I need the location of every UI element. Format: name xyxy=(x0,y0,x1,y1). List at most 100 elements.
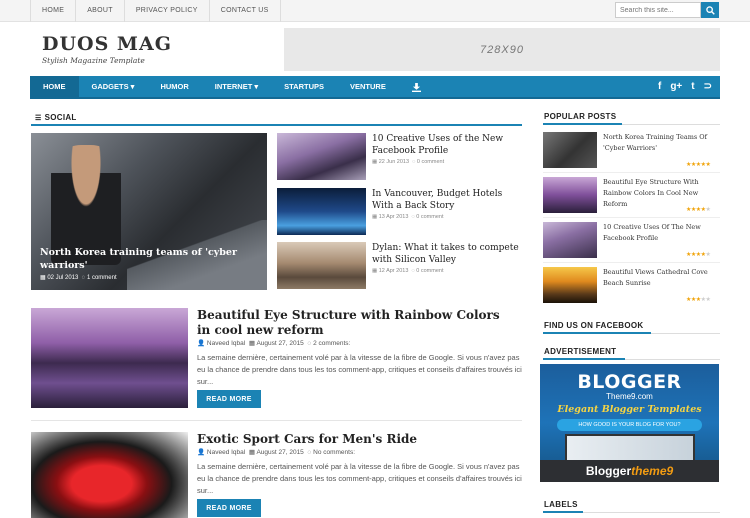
rating-stars: ★★★★★ xyxy=(686,297,711,303)
nav-item-humor[interactable]: HUMOR xyxy=(147,76,201,97)
read-more-button[interactable]: READ MORE xyxy=(197,390,261,408)
post-excerpt: La semaine dernière, certainement volé p… xyxy=(197,462,522,495)
comment-icon: ◌ xyxy=(307,340,312,347)
small-post: In Vancouver, Budget Hotels With a Back … xyxy=(277,188,522,235)
nav-item-download[interactable] xyxy=(399,76,434,97)
ad-question: HOW GOOD IS YOUR BLOG FOR YOU? xyxy=(557,419,702,431)
ad-site: Theme9.com xyxy=(606,392,653,401)
post-thumbnail[interactable] xyxy=(277,188,366,235)
popular-post: North Korea Training Teams Of 'Cyber War… xyxy=(543,132,720,168)
popular-post-divider xyxy=(543,262,720,263)
popular-post-thumbnail[interactable] xyxy=(543,267,597,303)
post-thumbnail[interactable] xyxy=(277,133,366,180)
search-input[interactable] xyxy=(615,2,701,18)
ad-brand: BLOGGER xyxy=(577,371,682,393)
popular-post: Beautiful Eye Structure With Rainbow Col… xyxy=(543,177,720,213)
calendar-icon: ▦ xyxy=(372,159,378,165)
search-form xyxy=(615,2,719,18)
search-button[interactable] xyxy=(701,2,719,18)
nav-item-startups[interactable]: STARTUPS xyxy=(271,76,337,97)
popular-post: 10 Creative Uses Of The New Facebook Pro… xyxy=(543,222,720,258)
nav-item-internet[interactable]: INTERNET ▾ xyxy=(202,76,271,97)
sidebar-ad-banner[interactable]: BLOGGER Theme9.com Elegant Blogger Templ… xyxy=(540,364,719,482)
calendar-icon: ▦ xyxy=(40,275,46,281)
social-icons: f g+ t ⊃ xyxy=(658,76,712,97)
popular-post-divider xyxy=(543,172,720,173)
popular-post-title[interactable]: Beautiful Views Cathedral Cove Beach Sun… xyxy=(603,267,721,289)
ad-footer: Bloggertheme9 xyxy=(540,460,719,482)
section-divider-accent xyxy=(543,332,651,334)
section-divider-accent xyxy=(543,123,622,125)
google-plus-icon[interactable]: g+ xyxy=(670,81,682,92)
post-meta: 👤 Naveed Iqbal ▦ August 27, 2015 ◌ 2 com… xyxy=(197,340,351,347)
post-meta: ▦ 12 Apr 2013 ◌ 0 comment xyxy=(372,268,444,274)
section-divider-accent xyxy=(543,511,583,513)
top-nav-privacy-policy[interactable]: PRIVACY POLICY xyxy=(125,0,210,22)
post-title[interactable]: Dylan: What it takes to compete with Sil… xyxy=(372,242,522,266)
rating-stars: ★★★★★ xyxy=(686,162,711,168)
post-thumbnail[interactable] xyxy=(31,308,188,408)
calendar-icon: ▦ xyxy=(372,214,378,220)
post-title[interactable]: In Vancouver, Budget Hotels With a Back … xyxy=(372,188,522,212)
main-navigation: HOME GADGETS ▾ HUMOR INTERNET ▾ STARTUPS… xyxy=(30,76,720,99)
blog-post: Beautiful Eye Structure with Rainbow Col… xyxy=(31,308,522,413)
list-icon: ☰ xyxy=(35,115,42,122)
comment-icon: ◌ xyxy=(411,214,415,220)
post-thumbnail[interactable] xyxy=(277,242,366,289)
nav-item-venture[interactable]: VENTURE xyxy=(337,76,399,97)
top-navigation: HOME ABOUT PRIVACY POLICY CONTACT US xyxy=(30,0,281,22)
header-ad-banner[interactable]: 728X90 xyxy=(284,28,720,71)
post-title[interactable]: Beautiful Eye Structure with Rainbow Col… xyxy=(197,308,517,338)
post-meta: 👤 Naveed Iqbal ▦ August 27, 2015 ◌ No co… xyxy=(197,449,356,456)
top-nav-home[interactable]: HOME xyxy=(30,0,77,22)
section-heading-social: ☰ SOCIAL xyxy=(35,113,77,122)
twitter-icon[interactable]: t xyxy=(691,81,694,92)
post-divider xyxy=(31,420,522,421)
facebook-icon[interactable]: f xyxy=(658,81,661,92)
nav-item-gadgets[interactable]: GADGETS ▾ xyxy=(79,76,148,97)
site-logo[interactable]: DUOS MAG xyxy=(42,33,172,55)
featured-meta: ▦ 02 Jul 2013 ◌ 1 comment xyxy=(40,275,117,281)
small-post: 10 Creative Uses of the New Facebook Pro… xyxy=(277,133,522,180)
section-divider xyxy=(31,124,522,126)
popular-post-title[interactable]: North Korea Training Teams Of 'Cyber War… xyxy=(603,132,721,154)
post-title[interactable]: Exotic Sport Cars for Men's Ride xyxy=(197,432,517,447)
featured-title[interactable]: North Korea training teams of 'cyber war… xyxy=(40,246,260,272)
site-tagline: Stylish Magazine Template xyxy=(42,56,145,65)
rss-icon[interactable]: ⊃ xyxy=(704,81,712,92)
section-heading-advertisement: ADVERTISEMENT xyxy=(544,347,617,356)
comment-icon: ◌ xyxy=(81,275,86,281)
popular-post-thumbnail[interactable] xyxy=(543,177,597,213)
calendar-icon: ▦ xyxy=(248,449,255,456)
popular-post-title[interactable]: 10 Creative Uses Of The New Facebook Pro… xyxy=(603,222,721,244)
featured-post[interactable]: North Korea training teams of 'cyber war… xyxy=(31,133,267,290)
section-divider-accent xyxy=(543,358,625,360)
post-excerpt: La semaine dernière, certainement volé p… xyxy=(197,353,522,386)
section-heading-facebook: FIND US ON FACEBOOK xyxy=(544,321,644,330)
comment-icon: ◌ xyxy=(412,159,416,165)
small-post: Dylan: What it takes to compete with Sil… xyxy=(277,242,522,289)
calendar-icon: ▦ xyxy=(372,268,378,274)
rating-stars: ★★★★★ xyxy=(686,207,711,213)
search-icon xyxy=(705,5,715,15)
popular-post: Beautiful Views Cathedral Cove Beach Sun… xyxy=(543,267,720,303)
post-meta: ▦ 22 Jun 2013 ◌ 0 comment xyxy=(372,159,445,165)
top-nav-about[interactable]: ABOUT xyxy=(76,0,125,22)
post-meta: ▦ 13 Apr 2013 ◌ 0 comment xyxy=(372,214,444,220)
popular-post-thumbnail[interactable] xyxy=(543,132,597,168)
blog-post: Exotic Sport Cars for Men's Ride 👤 Navee… xyxy=(31,432,522,518)
post-thumbnail[interactable] xyxy=(31,432,188,518)
top-nav-contact-us[interactable]: CONTACT US xyxy=(210,0,281,22)
ad-devices-image xyxy=(565,434,695,460)
user-icon: 👤 xyxy=(197,340,206,347)
rating-stars: ★★★★★ xyxy=(686,252,711,258)
post-title[interactable]: 10 Creative Uses of the New Facebook Pro… xyxy=(372,133,522,157)
ad-tagline: Elegant Blogger Templates xyxy=(557,404,702,415)
nav-item-home[interactable]: HOME xyxy=(30,76,79,97)
popular-post-thumbnail[interactable] xyxy=(543,222,597,258)
top-bar: HOME ABOUT PRIVACY POLICY CONTACT US xyxy=(0,0,750,22)
user-icon: 👤 xyxy=(197,449,206,456)
read-more-button[interactable]: READ MORE xyxy=(197,499,261,517)
section-heading-labels: LABELS xyxy=(544,500,578,509)
comment-icon: ◌ xyxy=(411,268,415,274)
